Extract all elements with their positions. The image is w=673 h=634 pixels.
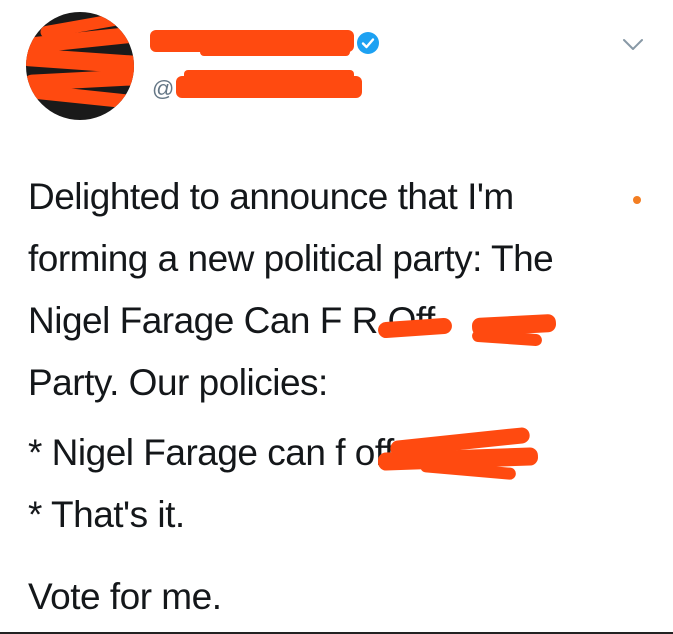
tweet-body: Delighted to announce that I'm forming a…	[28, 166, 638, 628]
verified-badge-icon	[357, 32, 379, 54]
handle-at-sign: @	[152, 76, 175, 101]
tweet-screenshot: @ Delighted to announce that I'm forming…	[0, 0, 673, 634]
chevron-down-icon[interactable]	[622, 38, 644, 52]
tweet-paragraph-policies: * Nigel Farage can f off. * That's it.	[28, 432, 404, 535]
tweet-paragraph-closing: Vote for me.	[28, 576, 222, 617]
avatar[interactable]	[26, 12, 134, 120]
tweet-paragraph-announcement: Delighted to announce that I'm forming a…	[28, 176, 554, 403]
name-redaction-2	[200, 46, 350, 56]
handle-redaction-2	[184, 70, 354, 80]
